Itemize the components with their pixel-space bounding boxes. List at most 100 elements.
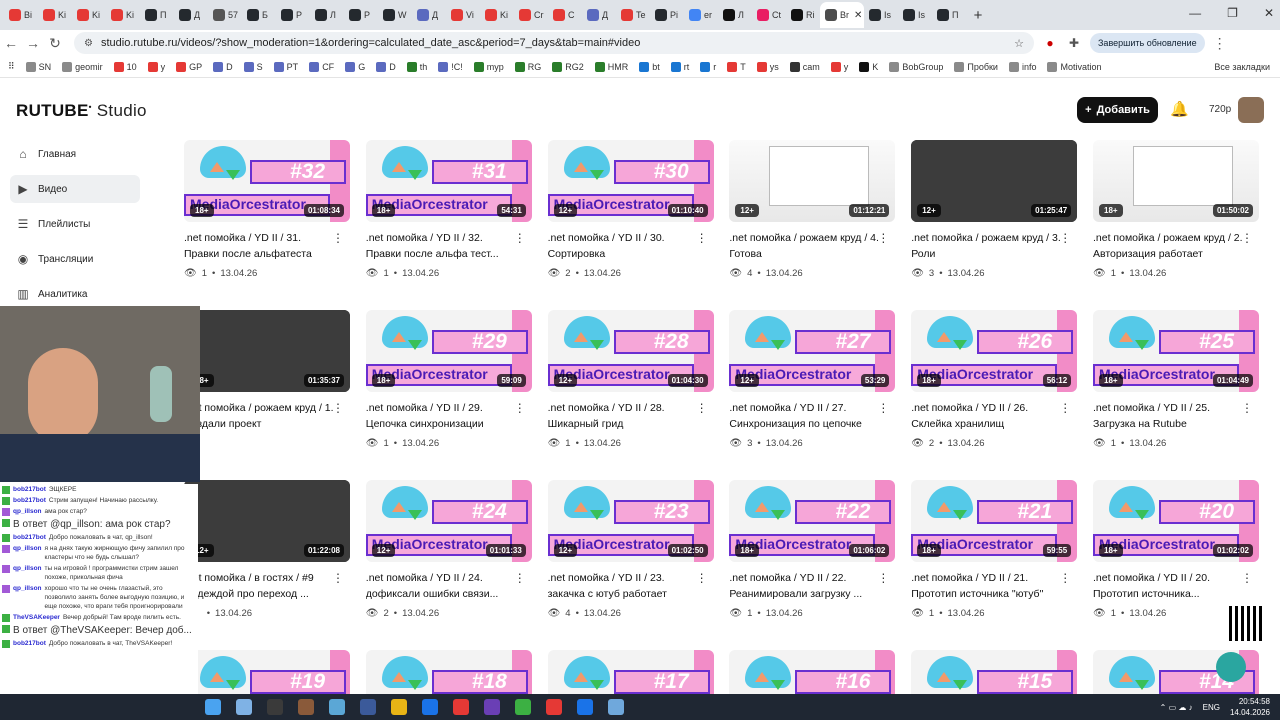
- reload-icon[interactable]: ↻: [44, 35, 66, 52]
- close-tab-icon[interactable]: ✕: [854, 10, 862, 21]
- bookmark-item[interactable]: info: [1008, 61, 1036, 72]
- update-browser-button[interactable]: Завершить обновление: [1090, 33, 1205, 53]
- bookmark-item[interactable]: GP: [176, 61, 202, 72]
- bookmark-item[interactable]: RG2: [552, 61, 584, 72]
- bookmark-item[interactable]: G: [345, 61, 365, 72]
- bookmark-item[interactable]: myp: [473, 61, 504, 72]
- video-card[interactable]: #20 MediaOrcestrator 18+ 01:02:02 .net помой…: [1093, 480, 1259, 619]
- video-card[interactable]: #23 MediaOrcestrator 12+ 01:02:50 .net помой…: [547, 480, 714, 619]
- taskbar-app-icon[interactable]: [391, 699, 407, 715]
- video-card[interactable]: 18+ 01:35:37 .net помойка / рожаем круд / …: [184, 310, 350, 438]
- video-title[interactable]: .net помойка / YD II / 25. Загрузка на R…: [1093, 400, 1259, 432]
- apps-grid-icon[interactable]: ⠿: [8, 61, 15, 72]
- browser-tab[interactable]: Р: [276, 2, 310, 28]
- video-card[interactable]: #24 MediaOrcestrator 12+ 01:01:33 .net помой…: [365, 480, 532, 619]
- more-options-icon[interactable]: ⋮: [1059, 570, 1071, 586]
- browser-tab[interactable]: Te: [616, 2, 650, 28]
- more-options-icon[interactable]: ⋮: [696, 400, 708, 416]
- sidebar-item[interactable]: ◉ Трансляции: [10, 245, 140, 273]
- browser-menu-icon[interactable]: ⋮: [1209, 35, 1231, 52]
- video-title[interactable]: .net помойка / рожаем круд / 2. Авториза…: [1093, 230, 1259, 262]
- browser-tab[interactable]: С: [548, 2, 582, 28]
- taskbar-app-icon[interactable]: [453, 699, 469, 715]
- browser-tab[interactable]: Vi: [446, 2, 480, 28]
- extension-icon[interactable]: ●: [1042, 36, 1058, 50]
- video-card[interactable]: #17MediaOrcestrator: [547, 650, 714, 694]
- browser-tab[interactable]: Л: [718, 2, 752, 28]
- video-thumbnail[interactable]: #25 MediaOrcestrator 18+ 01:04:49: [1093, 310, 1259, 392]
- video-title[interactable]: .net помойка / YD II / 22. Реанимировали…: [729, 570, 895, 602]
- video-card[interactable]: #29 MediaOrcestrator 18+ 59:09 .net помойка …: [365, 310, 532, 449]
- more-options-icon[interactable]: ⋮: [1059, 400, 1071, 416]
- bookmark-item[interactable]: 10: [113, 61, 137, 72]
- taskbar-app-icon[interactable]: [267, 699, 283, 715]
- more-options-icon[interactable]: ⋮: [514, 570, 526, 586]
- video-title[interactable]: .net помойка / YD II / 21. Прототип исто…: [911, 570, 1077, 602]
- taskbar-app-icon[interactable]: [546, 699, 562, 715]
- bookmark-item[interactable]: !C!: [438, 61, 463, 72]
- video-card[interactable]: #16MediaOrcestrator: [729, 650, 896, 694]
- browser-tab[interactable]: Д: [174, 2, 208, 28]
- forward-icon[interactable]: →: [22, 35, 44, 51]
- bookmark-item[interactable]: BobGroup: [889, 61, 943, 72]
- close-window-icon[interactable]: ✕: [1264, 6, 1274, 20]
- browser-tab[interactable]: Ri: [786, 2, 820, 28]
- video-card[interactable]: #22 MediaOrcestrator 18+ 01:06:02 .net помой…: [729, 480, 896, 619]
- rutube-studio-logo[interactable]: RUTUBE• Studio: [16, 101, 147, 121]
- more-options-icon[interactable]: ⋮: [877, 570, 889, 586]
- bookmark-item[interactable]: bt: [639, 61, 660, 72]
- bookmark-item[interactable]: ys: [756, 61, 779, 72]
- video-title[interactable]: .net помойка / в гостях / #9 Надеждой пр…: [184, 570, 350, 602]
- add-button[interactable]: + Добавить: [1077, 97, 1158, 123]
- video-thumbnail[interactable]: 18+ 01:35:37: [184, 310, 350, 392]
- taskbar-app-icon[interactable]: [329, 699, 345, 715]
- bookmark-item[interactable]: cam: [789, 61, 820, 72]
- bookmark-item[interactable]: PT: [273, 61, 298, 72]
- video-card[interactable]: #25 MediaOrcestrator 18+ 01:04:49 .net помой…: [1093, 310, 1259, 449]
- video-thumbnail[interactable]: #17MediaOrcestrator: [547, 650, 714, 694]
- bookmark-item[interactable]: D: [376, 61, 396, 72]
- video-thumbnail[interactable]: #21 MediaOrcestrator 18+ 59:55: [911, 480, 1078, 562]
- more-options-icon[interactable]: ⋮: [696, 230, 708, 246]
- maximize-icon[interactable]: ❐: [1227, 6, 1238, 20]
- browser-tab[interactable]: Д: [582, 2, 616, 28]
- video-card[interactable]: 12+ 01:22:08 .net помойка / в гостях / #9 …: [184, 480, 350, 619]
- browser-tab[interactable]: Ki: [72, 2, 106, 28]
- video-thumbnail[interactable]: #26 MediaOrcestrator 18+ 56:12: [911, 310, 1078, 392]
- bookmark-item[interactable]: y: [147, 61, 165, 72]
- video-thumbnail[interactable]: #22 MediaOrcestrator 18+ 01:06:02: [729, 480, 896, 562]
- bookmark-item[interactable]: y: [830, 61, 848, 72]
- video-thumbnail[interactable]: #29 MediaOrcestrator 18+ 59:09: [365, 310, 532, 392]
- video-thumbnail[interactable]: #19MediaOrcestrator: [184, 650, 350, 694]
- video-title[interactable]: .net помойка / YD II / 24. дофиксали оши…: [366, 570, 532, 602]
- browser-tab[interactable]: 57: [208, 2, 242, 28]
- more-options-icon[interactable]: ⋮: [1059, 230, 1071, 246]
- more-options-icon[interactable]: ⋮: [332, 570, 344, 586]
- browser-tab[interactable]: Ct: [752, 2, 786, 28]
- taskbar-app-icon[interactable]: [236, 699, 252, 715]
- all-bookmarks[interactable]: Все закладки: [1214, 62, 1270, 72]
- video-title[interactable]: .net помойка / YD II / 23. закачка с юту…: [548, 570, 714, 602]
- more-options-icon[interactable]: ⋮: [332, 400, 344, 416]
- video-card[interactable]: #27 MediaOrcestrator 12+ 53:29 .net помойка …: [729, 310, 896, 449]
- keyboard-language[interactable]: ENG: [1203, 703, 1220, 712]
- video-card[interactable]: #26 MediaOrcestrator 18+ 56:12 .net помойка …: [911, 310, 1078, 449]
- video-title[interactable]: .net помойка / YD II / 28. Шикарный грид…: [548, 400, 714, 432]
- video-thumbnail[interactable]: 12+ 01:25:47: [911, 140, 1078, 222]
- video-card[interactable]: #30 MediaOrcestrator 12+ 01:10:40 .net помой…: [547, 140, 714, 279]
- video-card[interactable]: #32 MediaOrcestrator 18+ 01:08:34 .net помой…: [184, 140, 350, 279]
- more-options-icon[interactable]: ⋮: [877, 230, 889, 246]
- browser-tab[interactable]: W: [378, 2, 412, 28]
- video-title[interactable]: .net помойка / рожаем круд / 3. Роли ⋮: [911, 230, 1077, 262]
- address-bar[interactable]: ⚙ studio.rutube.ru/videos/?show_moderati…: [74, 32, 1034, 54]
- video-thumbnail[interactable]: 12+ 01:12:21: [729, 140, 896, 222]
- bookmark-item[interactable]: geomir: [62, 61, 103, 72]
- video-card[interactable]: #28 MediaOrcestrator 12+ 01:04:30 .net помой…: [547, 310, 714, 449]
- video-thumbnail[interactable]: #20 MediaOrcestrator 18+ 01:02:02: [1093, 480, 1259, 562]
- bookmark-item[interactable]: S: [243, 61, 263, 72]
- video-title[interactable]: .net помойка / YD II / 31. Правки после …: [184, 230, 350, 262]
- taskbar-app-icon[interactable]: [422, 699, 438, 715]
- taskbar-app-icon[interactable]: [484, 699, 500, 715]
- browser-tab[interactable]: Br ✕: [820, 2, 864, 28]
- clock[interactable]: 20:54:58 14.04.2026: [1230, 696, 1270, 718]
